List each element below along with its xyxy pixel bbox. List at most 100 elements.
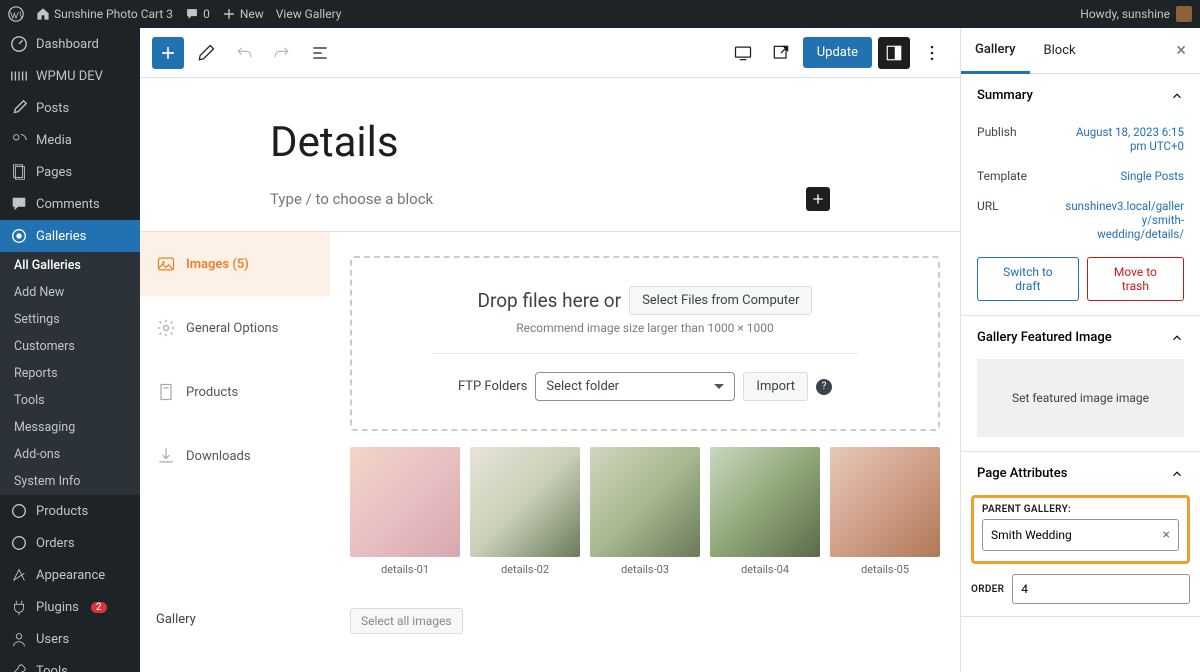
clear-parent-button[interactable]: × [1163, 527, 1170, 543]
menu-pages[interactable]: Pages [0, 156, 140, 188]
comments-link[interactable]: 0 [185, 7, 210, 21]
download-icon [156, 446, 176, 466]
tab-general[interactable]: General Options [140, 296, 330, 360]
thumb-2[interactable]: details-02 [470, 447, 580, 576]
featured-image-placeholder[interactable]: Set featured image image [977, 359, 1184, 437]
url-label: URL [977, 199, 999, 213]
parent-gallery-input[interactable]: Smith Wedding × [982, 519, 1179, 551]
gallery-meta-tabs: Images (5) General Options Products Down… [140, 232, 330, 658]
add-block-button[interactable] [152, 37, 184, 69]
panel-page-attributes-header[interactable]: Page Attributes [961, 452, 1200, 495]
tab-images[interactable]: Images (5) [140, 232, 330, 296]
parent-gallery-highlight: PARENT GALLERY: Smith Wedding × [971, 495, 1190, 564]
menu-galleries[interactable]: Galleries [0, 220, 140, 252]
select-all-button[interactable]: Select all images [350, 608, 463, 634]
products-icon [10, 502, 28, 520]
parent-gallery-label: PARENT GALLERY: [982, 504, 1179, 515]
thumb-4[interactable]: details-04 [710, 447, 820, 576]
dropzone-hint: Recommend image size larger than 1000 × … [372, 321, 918, 335]
block-placeholder-text[interactable]: Type / to choose a block [270, 190, 433, 208]
menu-appearance[interactable]: Appearance [0, 559, 140, 591]
url-value[interactable]: sunshinev3.local/gallery/smith-wedding/d… [1064, 199, 1184, 241]
media-icon [10, 131, 28, 149]
comments-icon [10, 195, 28, 213]
submenu-reports[interactable]: Reports [0, 360, 140, 387]
chevron-up-icon [1170, 331, 1184, 345]
dashboard-icon [10, 35, 28, 53]
menu-tools[interactable]: Tools [0, 655, 140, 672]
plugins-badge: 2 [91, 602, 107, 613]
images-icon [156, 254, 176, 274]
document-overview-button[interactable] [304, 37, 336, 69]
menu-comments[interactable]: Comments [0, 188, 140, 220]
submenu-galleries: All Galleries Add New Settings Customers… [0, 252, 140, 495]
editor-toolbar: Update [140, 28, 960, 78]
users-icon [10, 630, 28, 648]
import-button[interactable]: Import [743, 372, 808, 401]
menu-orders[interactable]: Orders [0, 527, 140, 559]
add-block-inline-button[interactable] [806, 187, 830, 211]
submenu-all-galleries[interactable]: All Galleries [0, 252, 140, 279]
orders-icon [10, 534, 28, 552]
order-input[interactable] [1012, 574, 1190, 604]
settings-toggle-button[interactable] [878, 37, 910, 69]
redo-button[interactable] [266, 37, 298, 69]
submenu-system-info[interactable]: System Info [0, 468, 140, 495]
thumbnails-row: details-01 details-02 details-03 details… [350, 447, 940, 576]
submenu-customers[interactable]: Customers [0, 333, 140, 360]
panel-summary-header[interactable]: Summary [961, 74, 1200, 117]
upload-dropzone[interactable]: Drop files here or Select Files from Com… [350, 256, 940, 431]
publish-label: Publish [977, 125, 1017, 139]
thumb-1[interactable]: details-01 [350, 447, 460, 576]
galleries-icon [10, 227, 28, 245]
tools-icon [10, 662, 28, 672]
tab-downloads[interactable]: Downloads [140, 424, 330, 488]
select-files-button[interactable]: Select Files from Computer [629, 286, 812, 315]
site-title-link[interactable]: Sunshine Photo Cart 3 [36, 7, 173, 21]
gear-icon [156, 318, 176, 338]
menu-media[interactable]: Media [0, 124, 140, 156]
menu-posts[interactable]: Posts [0, 92, 140, 124]
tab-gallery[interactable]: Gallery [961, 28, 1030, 74]
tab-products[interactable]: Products [140, 360, 330, 424]
menu-plugins[interactable]: Plugins2 [0, 591, 140, 623]
publish-value[interactable]: August 18, 2023 6:15 pm UTC+0 [1064, 125, 1184, 153]
order-label: ORDER [971, 584, 1004, 595]
options-button[interactable] [916, 37, 948, 69]
update-button[interactable]: Update [803, 37, 872, 68]
post-title[interactable]: Details [270, 118, 830, 167]
template-value[interactable]: Single Posts [1120, 169, 1184, 183]
submenu-messaging[interactable]: Messaging [0, 414, 140, 441]
view-gallery-link[interactable]: View Gallery [276, 7, 342, 21]
submenu-tools[interactable]: Tools [0, 387, 140, 414]
submenu-addons[interactable]: Add-ons [0, 441, 140, 468]
undo-button[interactable] [228, 37, 260, 69]
menu-dashboard[interactable]: Dashboard [0, 28, 140, 60]
menu-users[interactable]: Users [0, 623, 140, 655]
submenu-settings[interactable]: Settings [0, 306, 140, 333]
ftp-folder-select[interactable]: Select folder [535, 372, 735, 401]
move-to-trash-button[interactable]: Move to trash [1087, 257, 1184, 301]
panel-featured-header[interactable]: Gallery Featured Image [961, 316, 1200, 359]
help-icon[interactable]: ? [816, 379, 832, 395]
ftp-label: FTP Folders [458, 379, 527, 394]
preview-button[interactable] [765, 37, 797, 69]
switch-to-draft-button[interactable]: Switch to draft [977, 257, 1079, 301]
view-button[interactable] [727, 37, 759, 69]
admin-bar: Sunshine Photo Cart 3 0 New View Gallery… [0, 0, 1200, 28]
thumb-3[interactable]: details-03 [590, 447, 700, 576]
wp-logo[interactable] [8, 6, 24, 22]
avatar[interactable] [1176, 6, 1192, 22]
submenu-add-new[interactable]: Add New [0, 279, 140, 306]
howdy-link[interactable]: Howdy, sunshine [1080, 7, 1170, 21]
tab-block[interactable]: Block [1030, 29, 1090, 72]
menu-products[interactable]: Products [0, 495, 140, 527]
gallery-footer-label: Gallery [140, 598, 330, 641]
close-settings-button[interactable]: × [1162, 40, 1200, 61]
menu-wpmudev[interactable]: WPMU DEV [0, 60, 140, 92]
pages-icon [10, 163, 28, 181]
thumb-5[interactable]: details-05 [830, 447, 940, 576]
new-link[interactable]: New [222, 7, 264, 21]
edit-mode-button[interactable] [190, 37, 222, 69]
settings-sidebar: Gallery Block × Summary Publish August 18… [960, 28, 1200, 672]
